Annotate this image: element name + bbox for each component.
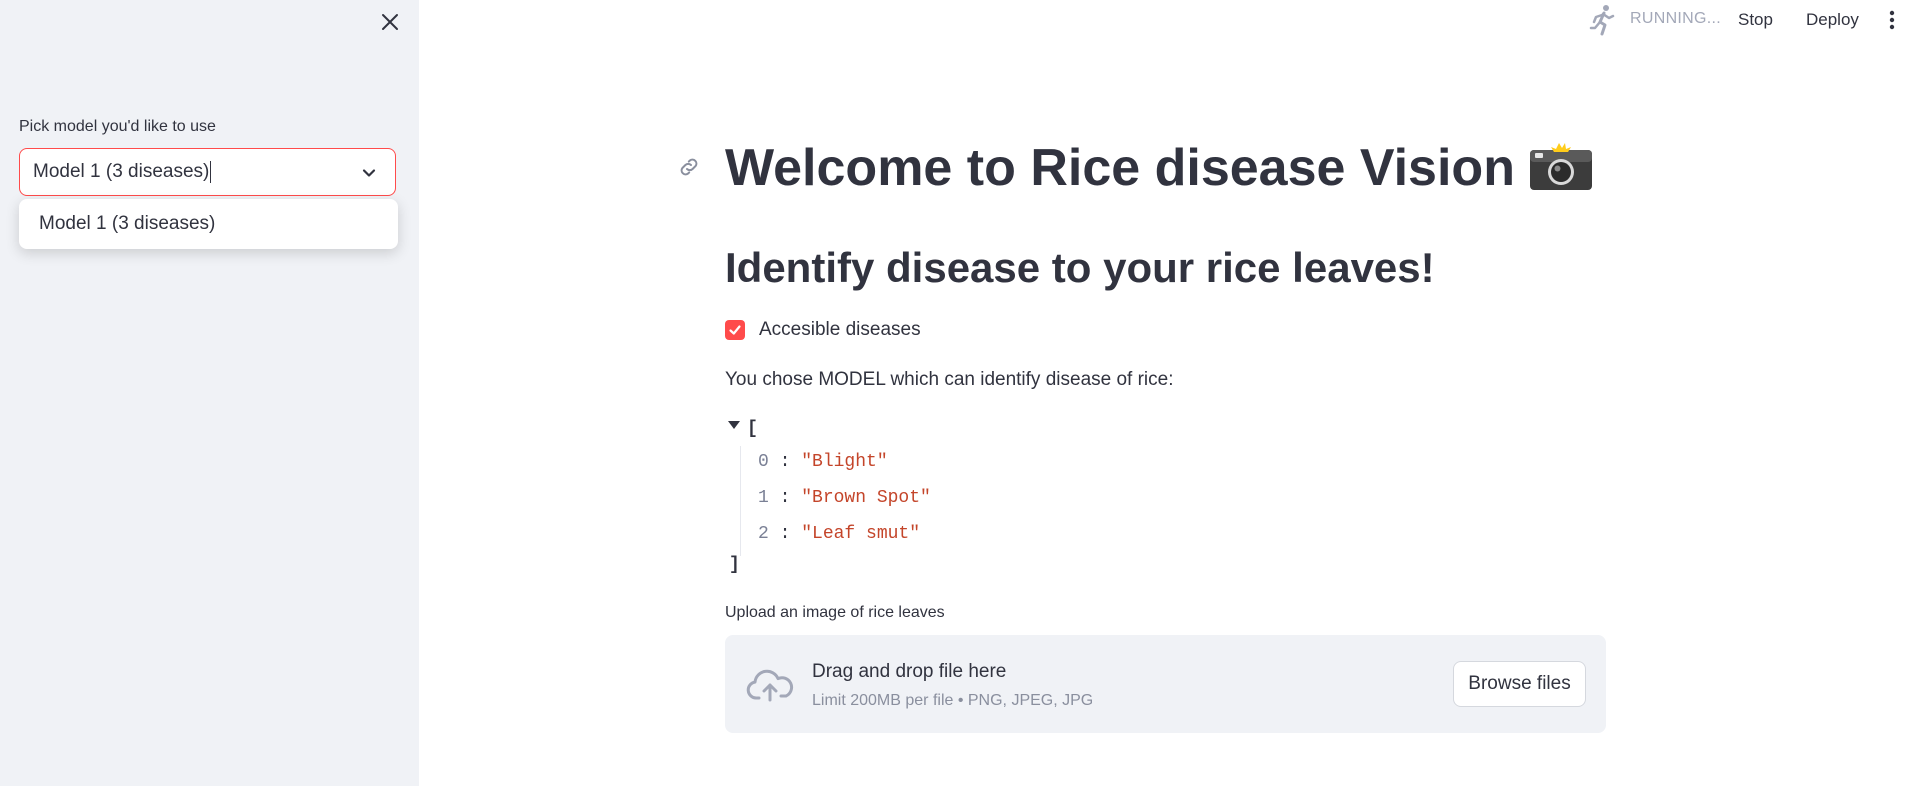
json-open-bracket: [ <box>747 419 758 439</box>
page-subtitle: Identify disease to your rice leaves! <box>725 244 1435 291</box>
model-dropdown-menu: Model 1 (3 diseases) <box>19 199 398 249</box>
checkbox-label: Accesible diseases <box>759 319 921 340</box>
dropzone-title: Drag and drop file here <box>812 661 1007 682</box>
sidebar: Pick model you'd like to use Model 1 (3 … <box>0 0 419 786</box>
kebab-menu-icon[interactable] <box>1884 8 1900 32</box>
json-colon: : <box>768 488 802 508</box>
json-item-index: 2 <box>758 524 769 544</box>
dropdown-option-model-1[interactable]: Model 1 (3 diseases) <box>19 199 398 249</box>
model-select-label: Pick model you'd like to use <box>19 118 216 135</box>
browse-files-button[interactable]: Browse files <box>1453 661 1586 707</box>
json-item-index: 0 <box>758 452 769 472</box>
json-item-value: "Blight" <box>801 452 888 472</box>
json-item: 1 : "Brown Spot" <box>758 488 931 508</box>
json-close-bracket: ] <box>729 555 740 575</box>
json-item-value: "Brown Spot" <box>801 488 931 508</box>
json-indent-guide <box>740 446 741 556</box>
model-select[interactable]: Model 1 (3 diseases) <box>19 148 396 196</box>
model-description: You chose MODEL which can identify disea… <box>725 369 1174 390</box>
collapse-triangle-icon[interactable] <box>728 421 740 431</box>
json-colon: : <box>768 452 802 472</box>
check-icon <box>729 325 741 335</box>
json-item: 2 : "Leaf smut" <box>758 524 920 544</box>
running-status: RUNNING... <box>1630 10 1721 27</box>
text-caret <box>210 161 212 183</box>
stop-button[interactable]: Stop <box>1738 10 1773 30</box>
running-person-icon <box>1589 5 1615 36</box>
json-colon: : <box>768 524 802 544</box>
file-dropzone[interactable]: Drag and drop file here Limit 200MB per … <box>725 635 1606 733</box>
dropzone-limit-text: Limit 200MB per file • PNG, JPEG, JPG <box>812 692 1094 709</box>
model-select-value: Model 1 (3 diseases) <box>33 161 210 182</box>
upload-label: Upload an image of rice leaves <box>725 604 945 621</box>
camera-with-flash-icon <box>1529 143 1592 191</box>
json-item: 0 : "Blight" <box>758 452 888 472</box>
json-item-value: "Leaf smut" <box>801 524 921 544</box>
deploy-button[interactable]: Deploy <box>1806 10 1859 30</box>
checkbox-checked[interactable] <box>725 320 745 340</box>
page-title-text: Welcome to Rice disease Vision <box>725 139 1515 197</box>
link-icon[interactable] <box>677 155 701 179</box>
page-title: Welcome to Rice disease Vision <box>725 134 1593 202</box>
accessible-diseases-checkbox[interactable]: Accesible diseases <box>725 319 921 341</box>
close-sidebar-button[interactable] <box>378 10 402 34</box>
json-item-index: 1 <box>758 488 769 508</box>
chevron-down-icon[interactable] <box>359 163 379 183</box>
close-icon <box>382 14 398 30</box>
cloud-upload-icon <box>746 669 794 702</box>
